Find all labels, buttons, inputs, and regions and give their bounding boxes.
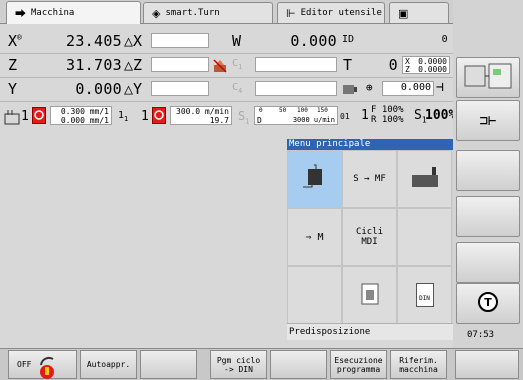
softkey-pgm-ciclo-din[interactable]: Pgm ciclo -> DIN: [210, 350, 267, 379]
feed-values-box: 0.300 mm/1 0.000 mm/1: [50, 106, 112, 125]
clock: 07:53: [467, 330, 495, 340]
id-label: ID: [342, 34, 355, 45]
softkey-empty-2[interactable]: [270, 350, 327, 379]
tool-holder-icon: ⊐⊢: [479, 112, 497, 129]
manual-tool-icon: [300, 163, 330, 196]
floppy-icon: ▣: [398, 6, 409, 20]
tab-macchina[interactable]: ⮕ Macchina: [6, 1, 141, 24]
feed-icon: [4, 109, 20, 125]
delta-z-field: [151, 57, 209, 72]
speed-values-box: 300.0 m/min 19.7: [170, 106, 232, 125]
delta-x-field: [151, 33, 209, 48]
tool-number: 0: [388, 56, 398, 74]
c1-field: [255, 57, 337, 72]
page-graphic-icon: [360, 282, 380, 309]
menu-cell-empty-1[interactable]: [397, 208, 452, 266]
axis-c4-label: C4: [232, 82, 243, 95]
feed2-number: 1: [141, 109, 149, 124]
sidebar-button-3[interactable]: [456, 150, 520, 191]
softkey-riferim-macchina[interactable]: Riferim. macchina: [390, 350, 447, 379]
menu-cell-din[interactable]: DIN: [397, 266, 452, 324]
softkey-off[interactable]: OFF: [8, 350, 77, 379]
softkey-autoappr[interactable]: Autoappr.: [80, 350, 137, 379]
tool-view-button[interactable]: ⊐⊢: [456, 100, 520, 141]
override-index: 1: [361, 108, 369, 123]
tab-file[interactable]: ▣: [389, 2, 449, 23]
axis-z-label: Z: [8, 56, 18, 74]
axis-w-label: W: [232, 32, 242, 50]
tool-t-label: T: [343, 56, 353, 74]
feed-stop-indicator: [32, 107, 46, 124]
softkey-empty-3[interactable]: [455, 350, 519, 379]
chuck-warning-icon: [213, 58, 227, 73]
vertical-softkey-bar: ⊐⊢ T: [453, 0, 523, 348]
t-circle-icon: T: [477, 291, 499, 317]
diamond-arrow-icon: ◈: [152, 6, 161, 20]
menu-cell-mfunction[interactable]: ⇒ M: [287, 208, 342, 266]
tool-holder-icon: ⊣: [436, 80, 444, 95]
delta-x-label: △X: [124, 32, 143, 50]
menu-cell-teach[interactable]: S → MF: [342, 150, 397, 208]
menu-cell-empty-2[interactable]: [287, 266, 342, 324]
override-fr-box: F 100% R 100%: [371, 105, 404, 125]
svg-text:T: T: [484, 296, 492, 309]
position-row-z: Z 31.703 △Z C1 T 0 X 0.0000 Z 0.0000: [0, 54, 453, 76]
sidebar-button-5[interactable]: [456, 242, 520, 283]
position-row-y: Y 0.000 △Y C4 ⊕ 0.000 ⊣: [0, 78, 453, 100]
menu-title: Menu principale: [287, 139, 453, 150]
tab-smart-turn[interactable]: ◈ smart.Turn: [143, 2, 273, 23]
tool-table-button[interactable]: T: [456, 283, 520, 324]
override-s-value: 100%: [425, 108, 457, 123]
axis-y-value: 0.000: [75, 80, 122, 98]
s-label: S1: [238, 109, 250, 126]
din-file-icon: DIN: [415, 283, 434, 307]
softkey-empty-1[interactable]: [140, 350, 197, 379]
delta-y-label: △Y: [124, 80, 143, 98]
menu-cell-graphics[interactable]: [342, 266, 397, 324]
id-value: 0: [441, 34, 448, 45]
tab-editor-utensile[interactable]: ⊩ Editor utensile: [277, 2, 385, 23]
machine-view-icon: [463, 61, 513, 95]
spindle-load-box: 0 50 100 150 D 3000 u/min: [254, 106, 338, 125]
tool-offset-box: X 0.0000 Z 0.0000: [402, 56, 450, 74]
spindle-icon: [342, 81, 358, 95]
position-row-x: X® 23.405 △X W 0.000 ID 0: [0, 30, 453, 52]
delta-y-field: [151, 81, 209, 96]
speed-stop-indicator: [152, 107, 166, 124]
feed-speed-row: 1 0.300 mm/1 0.000 mm/1 11 1 300.0 m/min…: [0, 103, 457, 135]
arrow-right-icon: ⮕: [15, 7, 26, 20]
axis-z-value: 31.703: [66, 56, 122, 74]
axis-x-value: 23.405: [66, 32, 122, 50]
spindle-speed-icon: ⊕: [366, 81, 373, 94]
sidebar-button-4[interactable]: [456, 196, 520, 237]
menu-cell-program[interactable]: [397, 150, 452, 208]
axis-w-value: 0.000: [290, 32, 337, 50]
axis-x-label: X®: [8, 32, 22, 50]
machine-view-button[interactable]: [456, 57, 520, 98]
menu-cell-cicli-mdi[interactable]: Cicli MDI: [342, 208, 397, 266]
softkey-esecuzione-programma[interactable]: Esecuzione programma: [330, 350, 387, 379]
spindle-speed-field: 0.000: [382, 81, 434, 96]
menu-cell-manual[interactable]: [287, 150, 342, 208]
menu-status: Predisposizione: [287, 323, 453, 340]
gear-value: 01: [340, 112, 350, 121]
main-menu-grid: S → MF ⇒ M Cicli MDI DIN: [287, 150, 453, 324]
tool-icon: ⊩: [286, 6, 296, 20]
delta-z-label: △Z: [124, 56, 143, 74]
feed-index: 1: [21, 109, 29, 124]
axis-c1-label: C1: [232, 58, 243, 71]
workpiece-icon: [410, 165, 440, 194]
c4-field: [255, 81, 337, 96]
m-function-icon: ⇒ M: [305, 231, 324, 243]
tab-bar: ⮕ Macchina ◈ smart.Turn ⊩ Editor utensil…: [0, 0, 453, 24]
feed2-index: 11: [118, 110, 129, 123]
emergency-stop-icon: [35, 346, 59, 380]
axis-y-label: Y: [8, 80, 18, 98]
